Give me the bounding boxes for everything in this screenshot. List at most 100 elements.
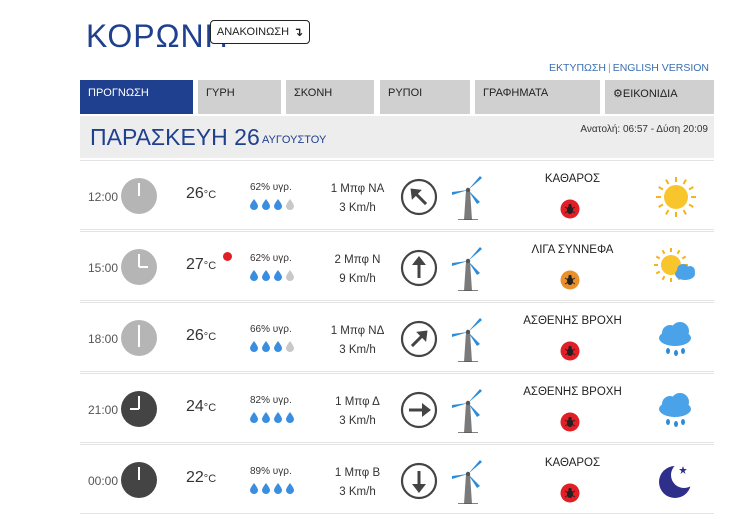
wind-direction-arrow-icon [400, 462, 438, 500]
tab-bar: ΠΡΟΓΝΩΣΗ ΓΥΡΗ ΣΚΟΝΗ ΡΥΠΟΙ ΓΡΑΦΗΜΑΤΑ ⚙ΕΙΚ… [80, 80, 714, 114]
wind-speed: 9 Km/h [339, 273, 376, 285]
humidity-drops-icon [250, 412, 294, 423]
temperature-unit: °C [203, 402, 217, 414]
wind-info: 1 Μπφ Β 3 Km/h [325, 464, 390, 502]
wind-turbine-icon [450, 174, 486, 221]
weather-condition: ΚΑΘΑΡΟΣ [544, 173, 601, 185]
wind-turbine-icon [450, 245, 486, 292]
wind-info: 1 Μπφ ΝΑ 3 Km/h [325, 180, 390, 218]
page-title: ΚΟΡΩΝΗ [86, 18, 229, 54]
clock-icon [120, 319, 158, 357]
humidity-drops-icon [250, 483, 294, 494]
insect-badge-icon[interactable] [560, 412, 580, 432]
forecast-row: 21:00 24°C 82% υγρ. 1 Μπφ Δ 3 Km/h ΑΣΘΕΝΗ… [80, 373, 714, 443]
day-title: ΠΑΡΑΣΚΕΥΗ 26 [90, 124, 260, 150]
tab-label: ΠΡΟΓΝΩΣΗ [88, 87, 149, 99]
wind-beaufort: 1 Μπφ Β [334, 467, 381, 479]
return-arrow-icon: ↴ [293, 25, 304, 39]
sun-cloud-icon [653, 247, 699, 289]
moon-icon [653, 460, 699, 502]
temperature: 22°C [186, 469, 216, 487]
humidity: 62% υγρ. [250, 253, 292, 264]
temperature-value: 24 [186, 398, 204, 415]
clock-icon [120, 248, 158, 286]
wind-beaufort: 1 Μπφ ΝΑ [330, 183, 385, 195]
temperature: 24°C [186, 398, 216, 416]
tab-pollutants[interactable]: ΡΥΠΟΙ [380, 80, 470, 114]
temperature-unit: °C [203, 260, 217, 272]
announcement-button[interactable]: ΑΝΑΚΟΙΝΩΣΗ ↴ [210, 20, 310, 44]
wind-speed: 3 Km/h [339, 344, 376, 356]
insect-badge-icon[interactable] [560, 270, 580, 290]
tab-forecast[interactable]: ΠΡΟΓΝΩΣΗ [80, 80, 193, 114]
temperature-unit: °C [203, 331, 217, 343]
temperature: 27°C [186, 256, 216, 274]
temperature-unit: °C [203, 189, 217, 201]
wind-speed: 3 Km/h [339, 202, 376, 214]
tab-icons[interactable]: ⚙ΕΙΚΟΝΙΔΙΑ [605, 80, 714, 114]
wind-turbine-icon [450, 387, 486, 434]
gear-icon: ⚙ [613, 88, 623, 100]
forecast-time: 18:00 [87, 332, 118, 346]
temperature-value: 27 [186, 256, 204, 273]
wind-info: 1 Μπφ Δ 3 Km/h [325, 393, 390, 431]
wind-direction-arrow-icon [400, 320, 438, 358]
tab-label: ΓΡΑΦΗΜΑΤΑ [483, 87, 549, 99]
print-link[interactable]: ΕΚΤΥΠΩΣΗ [549, 62, 606, 74]
announcement-label: ΑΝΑΚΟΙΝΩΣΗ [216, 26, 290, 38]
insect-badge-icon[interactable] [560, 199, 580, 219]
wind-direction-arrow-icon [400, 391, 438, 429]
weather-condition: ΑΣΘΕΝΗΣ ΒΡΟΧΗ [523, 386, 622, 398]
tab-label: ΣΚΟΝΗ [294, 87, 333, 99]
day-header: ΠΑΡΑΣΚΕΥΗ 26 ΑΥΓΟΥΣΤΟΥ Ανατολή: 06:57 - … [80, 116, 714, 158]
forecast-row: 15:00 27°C 62% υγρ. 2 Μπφ Ν 9 Km/h ΛΙΓΑ Σ… [80, 231, 714, 301]
link-separator: | [607, 62, 611, 74]
tab-charts[interactable]: ΓΡΑΦΗΜΑΤΑ [475, 80, 600, 114]
tab-label: ΓΥΡΗ [206, 87, 235, 99]
english-version-link[interactable]: ENGLISH VERSION [613, 62, 709, 74]
insect-badge-icon[interactable] [560, 341, 580, 361]
wind-beaufort: 2 Μπφ Ν [334, 254, 381, 266]
wind-beaufort: 1 Μπφ ΝΔ [330, 325, 385, 337]
weather-condition: ΚΑΘΑΡΟΣ [544, 457, 601, 469]
wind-info: 1 Μπφ ΝΔ 3 Km/h [325, 322, 390, 360]
tab-dust[interactable]: ΣΚΟΝΗ [286, 80, 374, 114]
clock-icon [120, 177, 158, 215]
tab-label: ΡΥΠΟΙ [388, 87, 423, 99]
humidity: 82% υγρ. [250, 395, 292, 406]
humidity-drops-icon [250, 341, 294, 352]
temperature-unit: °C [203, 473, 217, 485]
wind-speed: 3 Km/h [339, 486, 376, 498]
weather-condition: ΑΣΘΕΝΗΣ ΒΡΟΧΗ [523, 315, 622, 327]
humidity: 89% υγρ. [250, 466, 292, 477]
max-temp-marker-icon [223, 252, 232, 261]
rain-cloud-icon [653, 318, 699, 360]
clock-icon [120, 461, 158, 499]
clock-icon [120, 390, 158, 428]
forecast-time: 21:00 [87, 403, 118, 417]
forecast-time: 00:00 [87, 474, 118, 488]
wind-speed: 3 Km/h [339, 415, 376, 427]
insect-badge-icon[interactable] [560, 483, 580, 503]
rain-cloud-icon [653, 389, 699, 431]
tab-label: ΕΙΚΟΝΙΔΙΑ [622, 88, 678, 100]
humidity-drops-icon [250, 199, 294, 210]
humidity: 66% υγρ. [250, 324, 292, 335]
wind-info: 2 Μπφ Ν 9 Km/h [325, 251, 390, 289]
top-links: ΕΚΤΥΠΩΣΗ | ENGLISH VERSION [549, 62, 709, 74]
forecast-time: 12:00 [87, 190, 118, 204]
forecast-row: 12:00 26°C 62% υγρ. 1 Μπφ ΝΑ 3 Km/h ΚΑΘΑΡ… [80, 160, 714, 230]
temperature: 26°C [186, 327, 216, 345]
temperature: 26°C [186, 185, 216, 203]
temperature-value: 26 [186, 327, 204, 344]
wind-direction-arrow-icon [400, 249, 438, 287]
wind-direction-arrow-icon [400, 178, 438, 216]
humidity-drops-icon [250, 270, 294, 281]
forecast-row: 00:00 22°C 89% υγρ. 1 Μπφ Β 3 Km/h ΚΑΘΑΡΟ… [80, 444, 714, 514]
humidity: 62% υγρ. [250, 182, 292, 193]
sun-icon [653, 176, 699, 218]
wind-beaufort: 1 Μπφ Δ [335, 396, 380, 408]
temperature-value: 26 [186, 185, 204, 202]
tab-pollen[interactable]: ΓΥΡΗ [198, 80, 281, 114]
forecast-time: 15:00 [87, 261, 118, 275]
